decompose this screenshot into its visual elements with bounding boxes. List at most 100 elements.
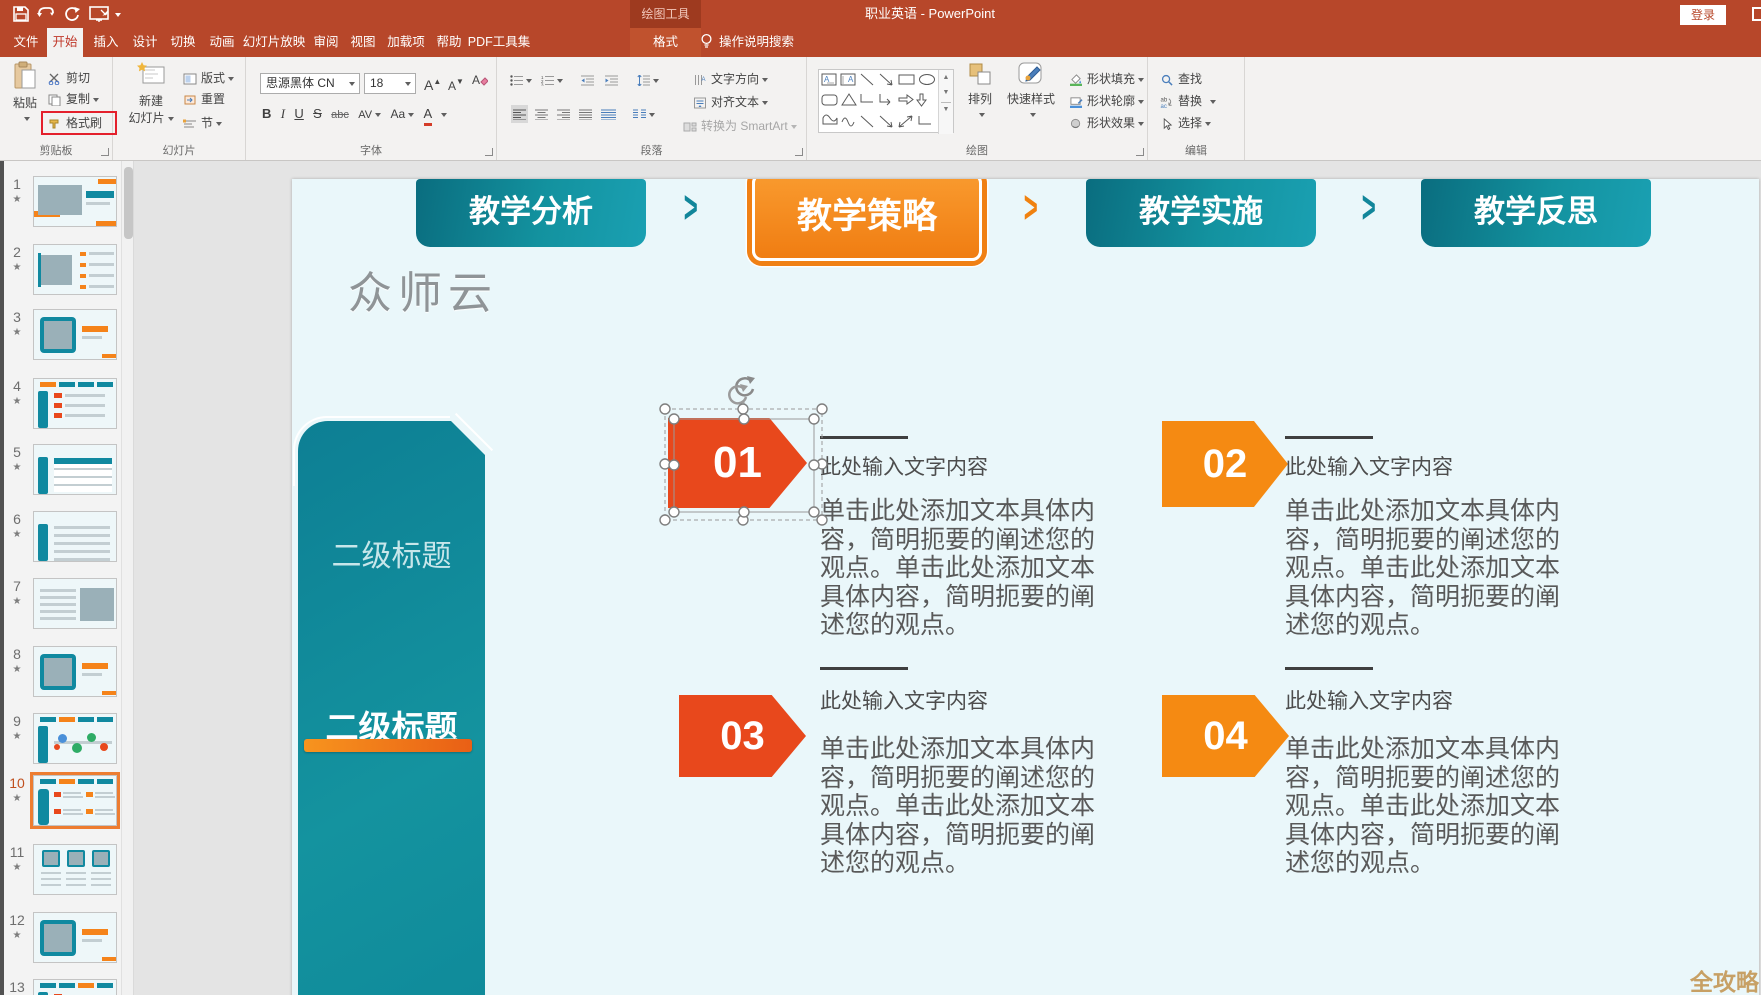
item-03-heading[interactable]: 此处输入文字内容 [820, 685, 988, 715]
slide-thumbnail-row[interactable]: 8★ [4, 646, 121, 704]
distribute-button[interactable] [601, 105, 616, 123]
item-01-badge[interactable]: 01 [668, 418, 807, 508]
decrease-indent-button[interactable] [581, 71, 594, 89]
slide-thumbnail[interactable] [33, 378, 117, 429]
slide-thumbnail[interactable] [33, 309, 117, 360]
font-color-caret[interactable] [441, 113, 447, 117]
tab-slideshow[interactable]: 幻灯片放映 [240, 28, 308, 57]
item-01-body[interactable]: 单击此处添加文本具体内容，简明扼要的阐述您的观点。单击此处添加文本具体内容，简明… [820, 497, 1102, 640]
align-text-button[interactable]: 对齐文本 [693, 93, 768, 111]
columns-button[interactable] [633, 105, 655, 123]
text-direction-button[interactable]: A文字方向 [693, 70, 768, 88]
slide-nav-tab-3[interactable]: 教学实施 [1086, 179, 1316, 247]
bold-button[interactable]: B [262, 105, 271, 123]
slide-thumbnail[interactable] [33, 511, 117, 562]
convert-smartart-button[interactable]: 转换为 SmartArt [683, 117, 797, 135]
redo-icon[interactable] [64, 5, 82, 23]
item-02-badge[interactable]: 02 [1162, 421, 1288, 507]
slide-canvas[interactable]: 教学分析 > 教学策略 > 教学实施 > 教学反思 众师云 全攻略 二级标题 二… [292, 179, 1759, 995]
character-spacing-button[interactable]: AV [358, 106, 381, 124]
item-02-heading[interactable]: 此处输入文字内容 [1285, 451, 1453, 481]
slide-thumbnail[interactable] [33, 444, 117, 495]
tab-animations[interactable]: 动画 [203, 28, 241, 57]
slide-thumbnail[interactable] [33, 244, 117, 295]
slide-thumbnail-row[interactable]: 7★ [4, 578, 121, 636]
replace-button[interactable]: abac替换 [1160, 92, 1216, 110]
tab-file[interactable]: 文件 [6, 28, 46, 57]
font-dialog-launcher[interactable] [485, 148, 493, 156]
slide-nav-tab-2-active[interactable]: 教学策略 [752, 179, 982, 261]
item-04-heading[interactable]: 此处输入文字内容 [1285, 685, 1453, 715]
italic-button[interactable]: I [281, 105, 285, 123]
align-left-button[interactable] [511, 105, 528, 123]
slide-thumbnail-row[interactable]: 4★ [4, 378, 121, 436]
slide-nav-tab-1[interactable]: 教学分析 [416, 179, 646, 247]
slide-thumbnail[interactable] [33, 713, 117, 764]
window-control-icon[interactable] [1752, 7, 1761, 21]
slide-thumbnail[interactable] [33, 979, 117, 995]
tab-design[interactable]: 设计 [126, 28, 164, 57]
slide-thumbnail[interactable] [33, 912, 117, 963]
slide-thumbnail-row[interactable]: 11★ [4, 844, 121, 902]
tab-pdf-tools[interactable]: PDF工具集 [467, 28, 531, 57]
tab-help[interactable]: 帮助 [430, 28, 468, 57]
customize-qat-icon[interactable] [115, 13, 121, 17]
abc-button[interactable]: abc [331, 106, 349, 124]
shapes-gallery[interactable]: A A [818, 69, 954, 133]
numbering-button[interactable]: 123 [541, 71, 563, 89]
item-02-body[interactable]: 单击此处添加文本具体内容，简明扼要的阐述您的观点。单击此处添加文本具体内容，简明… [1285, 497, 1567, 640]
undo-icon[interactable] [36, 5, 60, 23]
arrange-button[interactable]: 排列 [962, 61, 998, 121]
reset-button[interactable]: 重置 [183, 90, 225, 108]
font-size-combobox[interactable]: 18 [364, 73, 416, 94]
item-03-badge[interactable]: 03 [679, 695, 806, 777]
item-03-body[interactable]: 单击此处添加文本具体内容，简明扼要的阐述您的观点。单击此处添加文本具体内容，简明… [820, 735, 1102, 878]
line-spacing-button[interactable] [637, 71, 659, 89]
save-icon[interactable] [12, 5, 30, 23]
slide-thumbnail[interactable] [33, 844, 117, 895]
shape-outline-button[interactable]: 形状轮廓 [1069, 92, 1144, 110]
slide-thumbnail-row[interactable]: 6★ [4, 511, 121, 569]
justify-button[interactable] [579, 105, 592, 123]
slide-thumbnail[interactable] [33, 176, 117, 227]
paste-button[interactable]: 粘贴 [8, 61, 42, 125]
increase-indent-button[interactable] [605, 71, 618, 89]
section-button[interactable]: 节 [183, 114, 222, 132]
item-01-heading[interactable]: 此处输入文字内容 [820, 451, 988, 481]
font-color-button[interactable]: A [424, 105, 433, 126]
align-right-button[interactable] [557, 105, 570, 123]
quick-styles-button[interactable]: 快速样式 [1000, 61, 1062, 121]
sidebar-title-inactive[interactable]: 二级标题 [298, 531, 485, 575]
item-04-body[interactable]: 单击此处添加文本具体内容，简明扼要的阐述您的观点。单击此处添加文本具体内容，简明… [1285, 735, 1567, 878]
cut-button[interactable]: 剪切 [48, 69, 90, 87]
strikethrough-button[interactable]: S [313, 105, 322, 123]
tell-me-search[interactable]: 操作说明搜索 [700, 28, 794, 57]
slide-nav-tab-4[interactable]: 教学反思 [1421, 179, 1651, 247]
slide-thumbnail-row[interactable]: 12★ [4, 912, 121, 970]
tab-insert[interactable]: 插入 [87, 28, 125, 57]
drawing-dialog-launcher[interactable] [1136, 148, 1144, 156]
select-button[interactable]: 选择 [1160, 114, 1211, 132]
tab-addins[interactable]: 加载项 [381, 28, 431, 57]
slide-thumbnail-row[interactable]: 9★ [4, 713, 121, 771]
slideshow-icon[interactable] [88, 5, 110, 23]
thumbnail-scrollbar-thumb[interactable] [124, 167, 133, 239]
slide-thumbnail[interactable] [33, 646, 117, 697]
thumbnail-scrollbar[interactable] [121, 161, 134, 995]
shapes-gallery-scroll[interactable]: ▲ ▼ ▼ [938, 70, 953, 134]
tab-view[interactable]: 视图 [344, 28, 382, 57]
change-case-button[interactable]: Aa [390, 105, 414, 123]
slide-thumbnail-row[interactable]: 10★ [4, 775, 121, 833]
font-name-combobox[interactable]: 思源黑体 CN [260, 73, 360, 94]
align-center-button[interactable] [535, 105, 548, 123]
slide-thumbnail-row[interactable]: 2★ [4, 244, 121, 302]
shrink-font-button[interactable]: A▼ [448, 73, 464, 91]
layout-button[interactable]: 版式 [183, 69, 234, 87]
slide-thumbnail[interactable] [33, 578, 117, 629]
grow-font-button[interactable]: A▲ [424, 73, 441, 91]
slide-thumbnail[interactable] [33, 775, 117, 826]
clipboard-dialog-launcher[interactable] [101, 148, 109, 156]
copy-button[interactable]: 复制 [48, 90, 99, 108]
shape-fill-button[interactable]: 形状填充 [1069, 70, 1144, 88]
tab-review[interactable]: 审阅 [307, 28, 345, 57]
